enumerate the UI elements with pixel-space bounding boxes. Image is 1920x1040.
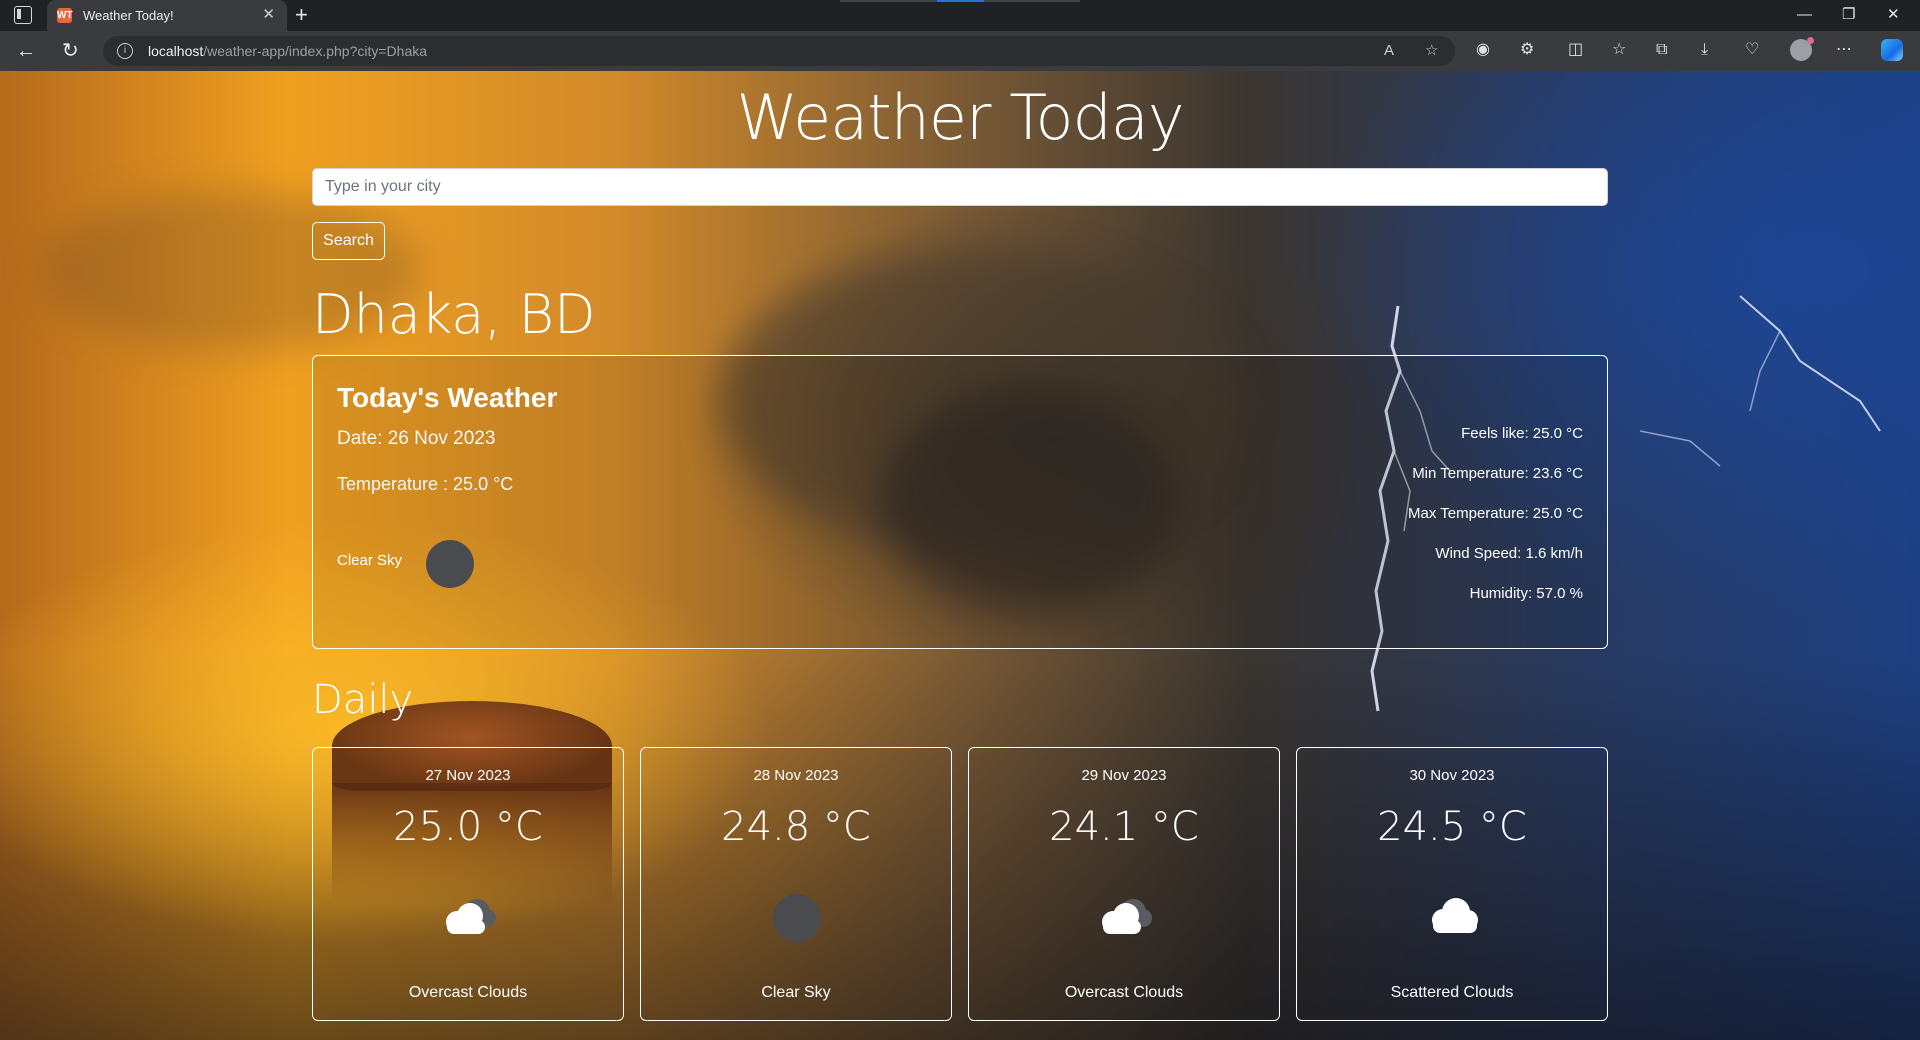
city-search-input[interactable]	[312, 168, 1608, 206]
collections-icon[interactable]: ⧉	[1656, 40, 1667, 60]
favorite-star-icon[interactable]: ☆	[1425, 42, 1438, 60]
forecast-date: 27 Nov 2023	[425, 767, 511, 784]
close-window-icon[interactable]: ✕	[1887, 4, 1900, 26]
browser-tab-bar: WT Weather Today! ✕ + — ❐ ✕	[0, 0, 1920, 31]
max-temperature: Max Temperature: 25.0 °C	[1408, 505, 1583, 522]
search-button[interactable]: Search	[312, 222, 385, 260]
daily-forecast-card: 29 Nov 2023 24.1 °C Overcast Clouds	[968, 747, 1280, 1021]
downloads-icon[interactable]: ⤓	[1701, 40, 1708, 60]
min-temperature: Min Temperature: 23.6 °C	[1412, 465, 1583, 482]
today-stats: Feels like: 25.0 °C Min Temperature: 23.…	[1408, 424, 1583, 624]
tab-title: Weather Today!	[83, 8, 174, 23]
today-date: Date: 26 Nov 2023	[337, 428, 496, 449]
page-viewport: Weather Today Search Dhaka, BD Today's W…	[0, 71, 1920, 1040]
forecast-description: Overcast Clouds	[408, 984, 528, 1001]
todays-weather-card: Today's Weather Date: 26 Nov 2023 Temper…	[312, 355, 1608, 649]
clear-sky-icon	[426, 540, 474, 588]
extensions-puzzle-icon[interactable]: ⚙	[1520, 40, 1534, 60]
new-tab-icon[interactable]: +	[295, 3, 308, 27]
extension-icon[interactable]: ◉	[1476, 40, 1490, 60]
forecast-date: 30 Nov 2023	[1409, 767, 1495, 784]
browser-essentials-icon[interactable]: ♡	[1745, 40, 1759, 60]
tab-actions-icon[interactable]	[14, 6, 32, 24]
daily-forecast-card: 28 Nov 2023 24.8 °C Clear Sky	[640, 747, 952, 1021]
overcast-clouds-icon	[446, 899, 496, 934]
tab-strip-indicator-active	[937, 0, 984, 2]
forecast-description: Clear Sky	[761, 984, 831, 1001]
scattered-clouds-icon	[1432, 898, 1478, 933]
daily-heading: Daily	[312, 677, 414, 723]
forecast-description: Scattered Clouds	[1390, 984, 1514, 1001]
page-title: Weather Today	[736, 81, 1184, 154]
tab-close-icon[interactable]: ✕	[262, 6, 275, 24]
browser-tab[interactable]: WT Weather Today! ✕	[47, 0, 287, 31]
forecast-temperature: 24.8 °C	[721, 804, 871, 850]
wind-speed: Wind Speed: 1.6 km/h	[1435, 545, 1583, 562]
forecast-date: 28 Nov 2023	[753, 767, 839, 784]
forecast-description: Overcast Clouds	[1064, 984, 1184, 1001]
favorites-icon[interactable]: ☆	[1612, 40, 1626, 60]
today-condition: Clear Sky	[337, 552, 403, 569]
city-name: Dhaka, BD	[312, 283, 596, 346]
humidity: Humidity: 57.0 %	[1469, 585, 1583, 602]
overcast-clouds-icon	[1102, 899, 1152, 934]
forecast-temperature: 24.5 °C	[1377, 804, 1527, 850]
back-icon[interactable]: ←	[16, 39, 36, 63]
copilot-icon[interactable]	[1881, 39, 1903, 61]
feels-like: Feels like: 25.0 °C	[1461, 425, 1583, 442]
forecast-temperature: 24.1 °C	[1049, 804, 1199, 850]
forecast-temperature: 25.0 °C	[393, 804, 543, 850]
url-text[interactable]: localhost/weather-app/index.php?city=Dha…	[148, 43, 427, 59]
split-screen-icon[interactable]: ◫	[1568, 40, 1583, 60]
site-info-icon[interactable]: i	[117, 43, 133, 59]
address-bar[interactable]: i localhost/weather-app/index.php?city=D…	[103, 36, 1455, 66]
tab-favicon-icon: WT	[57, 8, 73, 23]
browser-toolbar: ← ↻ i localhost/weather-app/index.php?ci…	[0, 31, 1920, 71]
profile-avatar[interactable]	[1790, 37, 1814, 61]
minimize-icon[interactable]: —	[1797, 4, 1812, 26]
todays-weather-heading: Today's Weather	[337, 382, 558, 413]
restore-icon[interactable]: ❐	[1842, 4, 1855, 26]
more-options-icon[interactable]: ⋯	[1836, 40, 1852, 60]
today-temperature: Temperature : 25.0 °C	[337, 474, 514, 494]
daily-forecast-card: 30 Nov 2023 24.5 °C Scattered Clouds	[1296, 747, 1608, 1021]
forecast-date: 29 Nov 2023	[1081, 767, 1167, 784]
refresh-icon[interactable]: ↻	[62, 39, 79, 63]
clear-sky-icon	[773, 894, 821, 942]
daily-forecast-card: 27 Nov 2023 25.0 °C Overcast Clouds	[312, 747, 624, 1021]
read-aloud-icon[interactable]: A	[1384, 42, 1394, 60]
